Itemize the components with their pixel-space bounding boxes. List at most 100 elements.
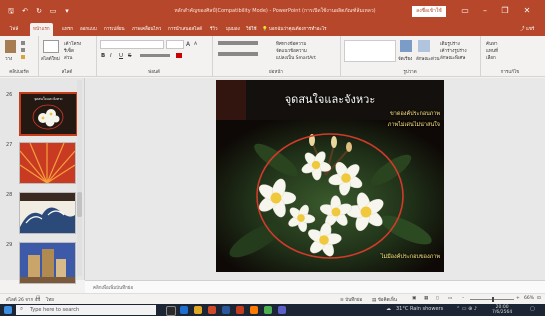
slide-title[interactable]: จุดสนใจและจังหวะ xyxy=(216,90,444,108)
undo-icon[interactable]: ↶ xyxy=(20,7,30,16)
zoom-in-icon[interactable]: + xyxy=(516,296,520,301)
notification-icon[interactable]: ▢ xyxy=(530,306,535,312)
taskbar-app-icon[interactable] xyxy=(250,306,258,314)
convert-smartart-button[interactable]: แปลงเป็น SmartArt xyxy=(276,54,316,61)
shape-effects-button[interactable]: ลักษณะพิเศษ xyxy=(440,54,465,61)
notes-placeholder[interactable]: คลิกเพื่อเพิ่มบันทึกย่อ xyxy=(93,284,133,291)
start-icon[interactable] xyxy=(4,306,12,314)
weather-icon[interactable]: ☁ xyxy=(386,306,391,312)
bold-button[interactable]: B xyxy=(101,53,105,59)
thumbnail-slide-28[interactable] xyxy=(19,192,76,234)
system-tray-icons[interactable]: ⌃ ▭ ⊕ ♪ xyxy=(456,306,477,312)
underline-button[interactable]: U xyxy=(119,53,123,59)
italic-button[interactable]: I xyxy=(110,53,112,59)
current-slide[interactable]: จุดสนใจและจังหวะ ขาดองค์ประกอบภาพ ภาพไม่… xyxy=(216,80,444,272)
zoom-level[interactable]: 66% xyxy=(524,296,534,301)
tab-view[interactable]: มุมมอง xyxy=(226,23,240,36)
slide-subtitle-line1[interactable]: ขาดองค์ประกอบภาพ xyxy=(344,110,440,118)
increase-font-size-icon[interactable]: A xyxy=(186,41,190,48)
tab-review[interactable]: รีวิว xyxy=(210,23,217,36)
tab-design[interactable]: ออกแบบ xyxy=(80,23,97,36)
arrange-icon[interactable] xyxy=(400,40,412,52)
find-button[interactable]: ค้นหา xyxy=(486,40,498,47)
section-button[interactable]: ส่วน xyxy=(64,54,72,61)
tab-transitions[interactable]: การเปลี่ยน xyxy=(104,23,125,36)
reset-button[interactable]: รีเซ็ต xyxy=(64,47,74,54)
tab-animations[interactable]: ภาพเคลื่อนไหว xyxy=(132,23,161,36)
tab-slideshow[interactable]: การนำเสนอสไลด์ xyxy=(168,23,202,36)
arrange-label[interactable]: จัดเรียง xyxy=(398,55,412,62)
strikethrough-button[interactable]: S xyxy=(128,53,132,59)
text-direction-button[interactable]: ทิศทางข้อความ xyxy=(276,40,306,47)
weather-text[interactable]: 31°C Rain showers xyxy=(396,306,443,312)
quick-styles-icon[interactable] xyxy=(418,40,430,52)
replace-button[interactable]: แทนที่ xyxy=(486,47,498,54)
notes-toggle-button[interactable]: ≡ บันทึกย่อ xyxy=(340,296,362,303)
thumbnail-slide-29[interactable] xyxy=(19,242,76,284)
slide-bottom-caption[interactable]: ไม่มีองค์ประกอบของภาพ xyxy=(316,253,440,261)
language-indicator[interactable]: ไทย xyxy=(46,296,54,303)
redo-icon[interactable]: ↻ xyxy=(34,7,44,16)
font-effects-icons[interactable] xyxy=(140,54,170,57)
paste-icon[interactable] xyxy=(5,40,16,53)
sign-in-button[interactable]: ลงชื่อเข้าใช้ xyxy=(412,6,446,17)
ribbon-display-options-icon[interactable]: ▭ xyxy=(458,4,472,18)
font-size-combo[interactable] xyxy=(166,40,184,49)
copy-icon[interactable] xyxy=(21,48,25,52)
word-icon[interactable] xyxy=(222,306,230,314)
share-button[interactable]: ⤴ แชร์ xyxy=(520,23,534,36)
comments-toggle-button[interactable]: ▤ ข้อคิดเห็น xyxy=(372,296,397,303)
chrome-icon[interactable] xyxy=(208,306,216,314)
font-color-icon[interactable] xyxy=(176,53,182,58)
shape-outline-button[interactable]: เค้าร่างรูปร่าง xyxy=(440,47,467,54)
restore-button[interactable]: ❐ xyxy=(498,4,512,18)
minimize-button[interactable]: – xyxy=(478,4,492,18)
tab-file[interactable]: ไฟล์ xyxy=(10,23,18,36)
taskbar-clock[interactable]: 20:00 7/6/2564 xyxy=(492,305,512,315)
thumbnail-slide-26[interactable]: จุดสนใจและจังหวะ xyxy=(19,92,78,136)
customize-quick-access-icon[interactable]: ▾ xyxy=(62,7,72,16)
font-name-combo[interactable] xyxy=(100,40,164,49)
format-painter-icon[interactable] xyxy=(21,55,25,59)
zoom-slider-thumb[interactable] xyxy=(492,297,494,302)
new-slide-label[interactable]: สไลด์ใหม่ xyxy=(41,55,60,62)
file-explorer-icon[interactable] xyxy=(194,306,202,314)
tell-me-search[interactable]: 💡 บอกฉันว่าคุณต้องการทำอะไร xyxy=(262,23,327,36)
list-icons[interactable] xyxy=(218,41,258,45)
taskbar-search-box[interactable]: ⌕ Type here to search xyxy=(16,305,156,315)
normal-view-icon[interactable]: ▣ xyxy=(412,296,416,301)
align-text-button[interactable]: จัดแนวข้อความ xyxy=(276,47,307,54)
save-icon[interactable]: 🖫 xyxy=(6,7,16,16)
edge-icon[interactable] xyxy=(180,306,188,314)
close-button[interactable]: ✕ xyxy=(520,4,534,18)
slide-subtitle-line2[interactable]: ภาพไม่เด่นไม่น่าสนใจ xyxy=(334,121,440,129)
tab-home[interactable]: หน้าแรก xyxy=(30,23,53,36)
fit-slide-icon[interactable]: ⊡ xyxy=(537,296,541,301)
slide-sorter-view-icon[interactable]: ▦ xyxy=(424,296,428,301)
tab-insert[interactable]: แทรก xyxy=(62,23,73,36)
spellcheck-icon[interactable]: ☑ xyxy=(36,296,40,301)
powerpoint-icon[interactable] xyxy=(236,306,244,314)
thumbnail-scrollbar-thumb[interactable] xyxy=(77,192,82,217)
notes-pane[interactable]: คลิกเพื่อเพิ่มบันทึกย่อ xyxy=(85,280,545,294)
layout-button[interactable]: เค้าโครง xyxy=(64,40,81,47)
task-view-icon[interactable] xyxy=(166,306,176,316)
teams-icon[interactable] xyxy=(278,306,286,314)
select-button[interactable]: เลือก xyxy=(486,54,496,61)
tab-help[interactable]: วิธีใช้ xyxy=(246,23,257,36)
slideshow-view-icon[interactable]: ▭ xyxy=(448,296,452,301)
new-slide-icon[interactable] xyxy=(43,40,59,53)
thumbnail-scrollbar[interactable] xyxy=(77,80,82,276)
reading-view-icon[interactable]: ▯ xyxy=(436,296,438,301)
shapes-gallery[interactable] xyxy=(344,40,396,62)
zoom-out-icon[interactable]: – xyxy=(462,296,464,301)
quick-styles-label[interactable]: ลักษณะด่วน xyxy=(416,55,440,62)
shape-fill-button[interactable]: เติมรูปร่าง xyxy=(440,40,460,47)
paste-label[interactable]: วาง xyxy=(5,55,12,62)
thumbnail-slide-27[interactable] xyxy=(19,142,76,184)
alignment-icons[interactable] xyxy=(218,52,258,56)
line-icon[interactable] xyxy=(264,306,272,314)
decrease-font-size-icon[interactable]: A xyxy=(194,42,197,47)
start-slideshow-icon[interactable]: ▭ xyxy=(48,7,58,16)
cut-icon[interactable] xyxy=(21,41,25,45)
